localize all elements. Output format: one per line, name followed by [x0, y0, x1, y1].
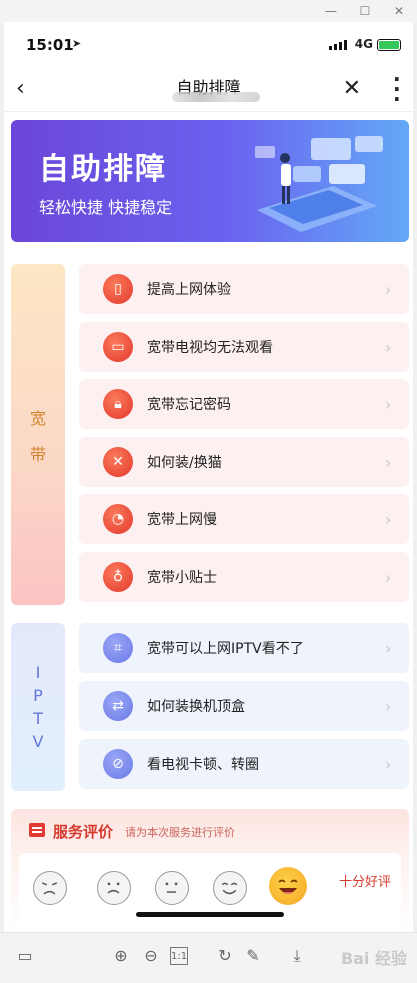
signal-icon [329, 40, 347, 50]
rotate-icon[interactable]: ↻ [214, 945, 236, 967]
window-edge-left [0, 22, 4, 932]
chevron-right-icon: › [385, 696, 392, 716]
angry-face-icon[interactable] [33, 871, 67, 905]
maximize-icon[interactable]: ☐ [355, 2, 375, 20]
eye-off-icon: ⊘ [103, 749, 133, 779]
window-titlebar: — ☐ ✕ [0, 0, 417, 22]
chevron-right-icon: › [385, 754, 392, 774]
close-icon[interactable]: ✕ [343, 76, 361, 101]
zoom-out-icon[interactable]: ⊖ [140, 945, 162, 967]
iptv-side-label: I P T V [11, 623, 65, 791]
list-item-label: 宽带上网慢 [147, 512, 217, 528]
banner-subtitle: 轻松快捷 快捷稳定 [39, 198, 173, 217]
list-item-label: 宽带小贴士 [147, 570, 217, 586]
lightbulb-icon: ♁ [103, 562, 133, 592]
battery-icon [377, 39, 401, 51]
support-illustration-icon [255, 136, 383, 232]
chevron-right-icon: › [385, 567, 392, 587]
list-item-label: 宽带电视均无法观看 [147, 340, 273, 356]
window-close-icon[interactable]: ✕ [389, 2, 409, 20]
home-indicator [136, 912, 284, 917]
comment-icon [29, 823, 45, 837]
list-item-tv-not-working[interactable]: ▭ 宽带电视均无法观看 › [79, 322, 409, 372]
thumbnail-icon[interactable]: ▭ [14, 945, 36, 967]
broadband-side-label: 宽 带 [11, 264, 65, 605]
side-char: T [33, 709, 43, 728]
list-item-label: 如何装换机顶盒 [147, 699, 245, 715]
side-char: I [35, 663, 41, 682]
speedometer-icon: ◔ [103, 504, 133, 534]
neutral-face-icon[interactable] [155, 871, 189, 905]
list-item-label: 宽带忘记密码 [147, 397, 231, 413]
chevron-right-icon: › [385, 452, 392, 472]
chevron-right-icon: › [385, 638, 392, 658]
more-menu-icon[interactable]: · · · [393, 69, 401, 109]
rating-card [19, 853, 401, 931]
download-icon[interactable]: ⤓ [286, 945, 308, 967]
side-char: P [33, 686, 43, 705]
status-time: 15:01 [26, 36, 74, 54]
list-item-iptv-not-working[interactable]: ⌗ 宽带可以上网IPTV看不了 › [79, 623, 409, 673]
edit-pencil-icon[interactable]: ✎ [242, 945, 264, 967]
rating-title: 服务评价 [53, 823, 114, 841]
happy-face-icon[interactable] [269, 867, 307, 905]
blurred-subtitle [172, 92, 260, 102]
list-item-label: 看电视卡顿、转圈 [147, 757, 259, 773]
list-item-label: 如何装/换猫 [147, 455, 222, 471]
viewer-toolbar: ▭ ⊕ ⊖ 1:1 ↻ ✎ ⤓ Bai 经验 [0, 932, 417, 983]
window-edge-right [413, 22, 417, 932]
side-char: 带 [29, 444, 46, 464]
chevron-right-icon: › [385, 279, 392, 299]
side-char: V [32, 732, 44, 751]
nav-bar: ‹ 自助排障 ✕ · · · [4, 68, 413, 112]
list-item-broadband-tips[interactable]: ♁ 宽带小贴士 › [79, 552, 409, 602]
minimize-icon[interactable]: — [321, 2, 341, 20]
swap-icon: ⇄ [103, 691, 133, 721]
smile-face-icon[interactable] [213, 871, 247, 905]
zoom-in-icon[interactable]: ⊕ [110, 945, 132, 967]
list-item-label: 提高上网体验 [147, 282, 231, 298]
selected-rating-label: 十分好评 [338, 875, 391, 890]
list-item-slow-internet[interactable]: ◔ 宽带上网慢 › [79, 494, 409, 544]
status-bar: 15:01 ➤ 4G [4, 22, 413, 68]
network-type: 4G [354, 37, 373, 51]
hero-banner: 自助排障 轻松快捷 快捷稳定 [11, 120, 409, 242]
sad-face-icon[interactable] [97, 871, 131, 905]
list-item-install-modem[interactable]: ✕ 如何装/换猫 › [79, 437, 409, 487]
list-item-label: 宽带可以上网IPTV看不了 [147, 641, 304, 657]
scan-icon: ⌗ [103, 633, 133, 663]
list-item-improve-experience[interactable]: ▯ 提高上网体验 › [79, 264, 409, 314]
actual-size-button[interactable]: 1:1 [170, 947, 188, 965]
chevron-right-icon: › [385, 509, 392, 529]
tv-icon: ▭ [103, 332, 133, 362]
chevron-right-icon: › [385, 337, 392, 357]
list-item-tv-lagging[interactable]: ⊘ 看电视卡顿、转圈 › [79, 739, 409, 789]
rating-subtitle: 请为本次服务进行评价 [125, 826, 235, 839]
watermark-logo: Bai 经验 [340, 949, 407, 968]
side-char: 宽 [29, 408, 46, 428]
phone-icon: ▯ [103, 274, 133, 304]
lock-icon: 🔒︎ [103, 389, 133, 419]
banner-title: 自助排障 [39, 152, 167, 187]
tools-icon: ✕ [103, 447, 133, 477]
list-item-forgot-password[interactable]: 🔒︎ 宽带忘记密码 › [79, 379, 409, 429]
location-arrow-icon: ➤ [72, 37, 82, 50]
chevron-right-icon: › [385, 394, 392, 414]
list-item-replace-settop-box[interactable]: ⇄ 如何装换机顶盒 › [79, 681, 409, 731]
